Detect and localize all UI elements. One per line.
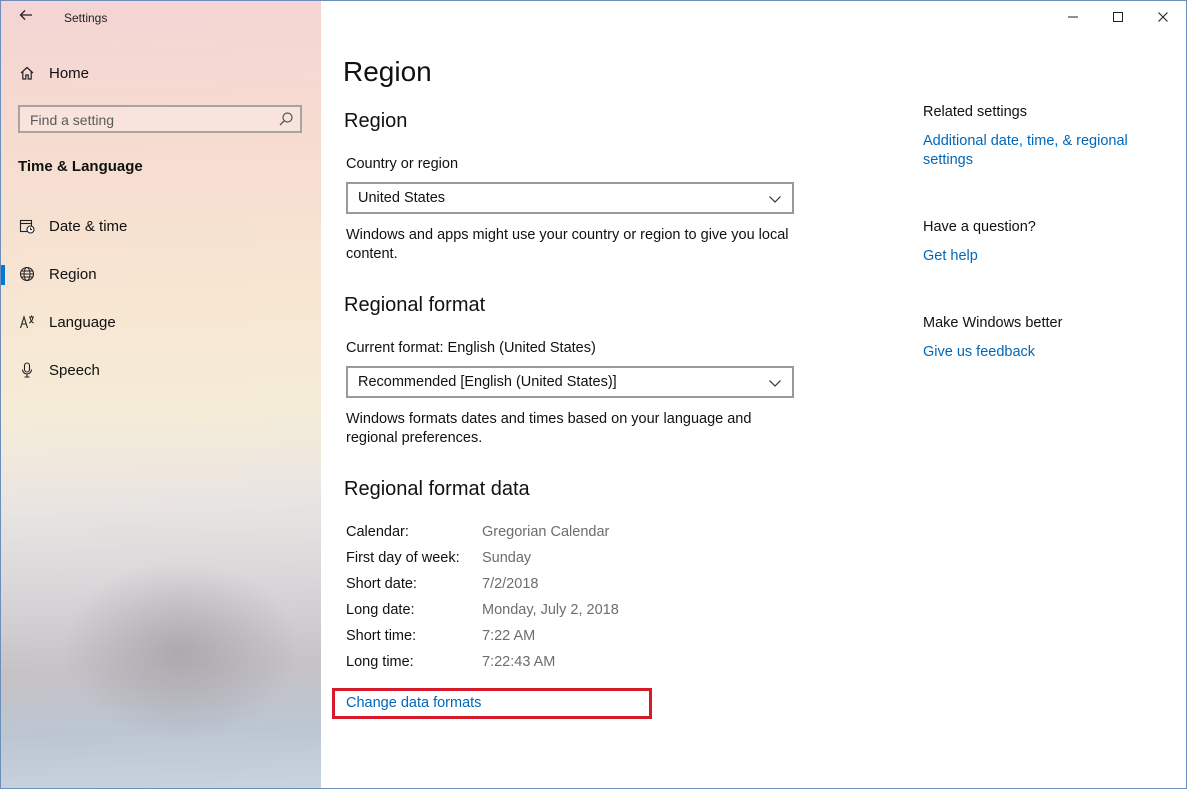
date-time-icon (19, 218, 35, 234)
sidebar-item-label: Date & time (49, 217, 128, 235)
regional-format-heading: Regional format (344, 294, 486, 316)
microphone-icon (19, 362, 35, 378)
format-data-key: Calendar: (346, 524, 409, 540)
search-placeholder: Find a setting (30, 112, 115, 128)
minimize-icon (1068, 16, 1078, 18)
format-data-key: Short time: (346, 628, 417, 644)
format-value: Recommended [English (United States)] (358, 374, 617, 390)
region-heading: Region (344, 110, 408, 132)
format-data-value: Monday, July 2, 2018 (482, 602, 619, 618)
language-icon (19, 314, 35, 330)
sidebar-item-language[interactable]: Language (1, 302, 321, 342)
page-title: Region (343, 56, 432, 87)
format-data-value: 7/2/2018 (482, 576, 539, 592)
sidebar-background-glow (61, 561, 301, 741)
search-icon[interactable] (278, 111, 294, 127)
format-data-value: 7:22:43 AM (482, 654, 556, 670)
country-dropdown[interactable]: United States (346, 182, 794, 214)
regional-format-dropdown[interactable]: Recommended [English (United States)] (346, 366, 794, 398)
sidebar-item-date-time[interactable]: Date & time (1, 206, 321, 246)
get-help-link[interactable]: Get help (923, 247, 1153, 266)
additional-settings-link[interactable]: Additional date, time, & regional settin… (923, 132, 1153, 170)
change-data-formats-link[interactable]: Change data formats (346, 695, 481, 711)
settings-window: Settings Home Find a setting Time & Lang… (0, 0, 1187, 789)
back-arrow-icon[interactable] (15, 7, 37, 29)
sidebar-item-label: Speech (49, 361, 100, 379)
current-format-label: Current format: English (United States) (346, 340, 596, 356)
country-label: Country or region (346, 156, 459, 172)
format-data-key: First day of week: (346, 550, 460, 566)
format-data-heading: Regional format data (344, 478, 530, 500)
sidebar-item-home[interactable]: Home (1, 53, 321, 93)
format-data-value: 7:22 AM (482, 628, 536, 644)
sidebar-item-label: Region (49, 265, 97, 283)
format-data-value: Sunday (482, 550, 532, 566)
sidebar-section-title: Time & Language (18, 158, 143, 175)
make-windows-better-heading: Make Windows better (923, 315, 1063, 331)
sidebar-item-label: Home (49, 64, 90, 82)
minimize-button[interactable] (1050, 6, 1096, 28)
chevron-down-icon (768, 192, 782, 204)
sidebar-item-speech[interactable]: Speech (1, 350, 321, 390)
format-data-key: Long time: (346, 654, 414, 670)
related-settings-heading: Related settings (923, 104, 1027, 120)
regional-format-description: Windows formats dates and times based on… (346, 411, 752, 446)
maximize-icon (1113, 12, 1123, 22)
maximize-button[interactable] (1095, 6, 1141, 28)
region-description: Windows and apps might use your country … (346, 227, 789, 262)
app-title: Settings (64, 11, 108, 25)
chevron-down-icon (768, 376, 782, 388)
format-data-key: Long date: (346, 602, 415, 618)
search-input[interactable]: Find a setting (18, 105, 302, 133)
format-data-value: Gregorian Calendar (482, 524, 610, 540)
give-feedback-link[interactable]: Give us feedback (923, 343, 1153, 362)
home-icon (19, 65, 35, 81)
question-heading: Have a question? (923, 219, 1036, 235)
country-value: United States (358, 190, 446, 206)
globe-icon (19, 266, 35, 282)
sidebar-item-region[interactable]: Region (1, 254, 321, 294)
sidebar-item-label: Language (49, 313, 116, 331)
close-icon (1158, 12, 1168, 22)
sidebar: Settings Home Find a setting Time & Lang… (1, 1, 321, 788)
format-data-key: Short date: (346, 576, 417, 592)
close-button[interactable] (1140, 6, 1186, 28)
